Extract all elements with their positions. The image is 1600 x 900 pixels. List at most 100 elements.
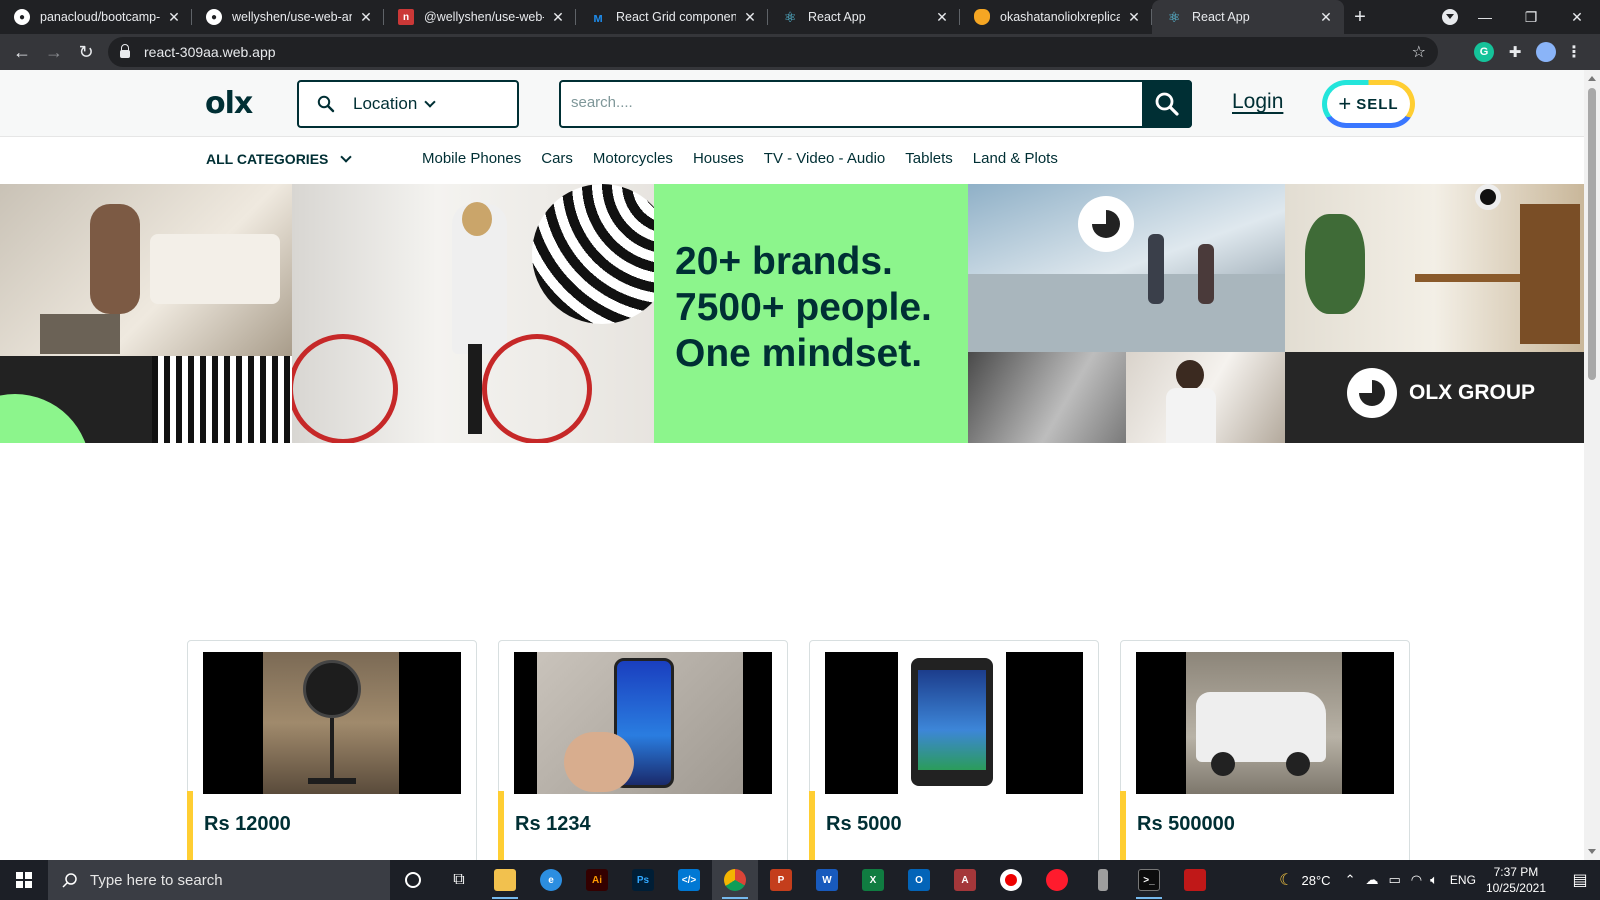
listing-card[interactable]: Rs 5000 (809, 640, 1099, 860)
olx-group-icon (1347, 368, 1397, 418)
reload-icon[interactable]: ↻ (70, 42, 102, 63)
location-selector[interactable]: Location (297, 80, 519, 128)
screen-recorder-icon[interactable] (988, 860, 1034, 900)
opera-icon[interactable] (1034, 860, 1080, 900)
tab-title: wellyshen/use-web-anim (232, 10, 352, 24)
weather-temperature[interactable]: 28°C (1302, 873, 1331, 888)
banner-photo-car-interior (968, 352, 1126, 443)
listing-card[interactable]: Rs 500000 (1120, 640, 1410, 860)
browser-toolbar: ← → ↻ react-309aa.web.app ☆ G ✚ ⋮ (0, 34, 1600, 70)
taskbar-search-box[interactable]: Type here to search (48, 860, 390, 900)
all-categories-dropdown[interactable]: ALL CATEGORIES (206, 150, 353, 167)
banner-photo-bicycle (292, 184, 654, 443)
network-alert-icon[interactable]: ☁ (1365, 872, 1378, 888)
forward-icon[interactable]: → (38, 42, 70, 63)
close-tab-icon[interactable]: ✕ (166, 9, 182, 26)
featured-stripe (187, 791, 193, 860)
language-indicator[interactable]: ENG (1450, 873, 1476, 887)
vscode-icon[interactable]: </> (666, 860, 712, 900)
cortana-icon[interactable] (390, 860, 436, 900)
close-tab-icon[interactable]: ✕ (742, 9, 758, 26)
illustrator-icon[interactable]: Ai (574, 860, 620, 900)
edge-icon[interactable]: e (528, 860, 574, 900)
outlook-icon[interactable]: O (896, 860, 942, 900)
browser-tab-3[interactable]: n @wellyshen/use-web-an ✕ (384, 0, 576, 34)
terminal-icon[interactable]: >_ (1126, 860, 1172, 900)
new-tab-button[interactable]: + (1344, 0, 1376, 34)
chrome-icon[interactable] (712, 860, 758, 900)
close-tab-icon[interactable]: ✕ (1318, 9, 1334, 26)
close-tab-icon[interactable]: ✕ (934, 9, 950, 26)
login-link[interactable]: Login (1232, 90, 1283, 114)
restore-icon[interactable]: ❐ (1508, 9, 1554, 26)
tab-title: React Grid component (616, 10, 736, 24)
listing-card[interactable]: Rs 1234 (498, 640, 788, 860)
minimize-icon[interactable]: — (1462, 9, 1508, 25)
volume-icon[interactable]: 🔈︎ (1430, 872, 1438, 888)
device-icon[interactable] (1080, 860, 1126, 900)
photoshop-icon[interactable]: Ps (620, 860, 666, 900)
browser-tab-5[interactable]: ⚛ React App ✕ (768, 0, 960, 34)
tab-search-icon[interactable] (1442, 9, 1458, 25)
tab-title: panacloud/bootcamp-2 (40, 10, 160, 24)
category-link-motorcycles[interactable]: Motorcycles (593, 150, 673, 167)
olx-logo[interactable]: olx (205, 86, 253, 121)
task-view-icon[interactable]: ⧉ (436, 860, 482, 900)
browser-tab-2[interactable]: ● wellyshen/use-web-anim ✕ (192, 0, 384, 34)
listing-image-tablet (825, 652, 1083, 794)
all-categories-label: ALL CATEGORIES (206, 151, 329, 167)
close-tab-icon[interactable]: ✕ (550, 9, 566, 26)
back-icon[interactable]: ← (6, 42, 38, 63)
sell-label: SELL (1356, 95, 1399, 113)
taskbar-clock[interactable]: 7:37 PM 10/25/2021 (1486, 864, 1546, 896)
category-link-tv-video-audio[interactable]: TV - Video - Audio (764, 150, 885, 167)
category-link-tablets[interactable]: Tablets (905, 150, 953, 167)
category-link-mobile-phones[interactable]: Mobile Phones (422, 150, 521, 167)
browser-tab-1[interactable]: ● panacloud/bootcamp-2 ✕ (0, 0, 192, 34)
plus-icon: + (1338, 91, 1353, 116)
access-icon[interactable]: A (942, 860, 988, 900)
powerpoint-icon[interactable]: P (758, 860, 804, 900)
chevron-down-icon (424, 95, 436, 108)
listing-price: Rs 5000 (826, 813, 902, 835)
sell-button[interactable]: + SELL (1322, 80, 1415, 128)
mcafee-icon[interactable] (1172, 860, 1218, 900)
page-scrollbar[interactable] (1584, 70, 1600, 860)
show-hidden-icons-icon[interactable]: ⌃ (1345, 872, 1356, 888)
browser-menu-icon[interactable]: ⋮ (1564, 42, 1584, 62)
listing-card[interactable]: Rs 12000 (187, 640, 477, 860)
category-link-cars[interactable]: Cars (541, 150, 573, 167)
windows-start-icon[interactable] (0, 860, 48, 900)
olx-group-label: OLX GROUP (1409, 381, 1536, 404)
search-button[interactable] (1142, 80, 1192, 128)
avatar[interactable] (1536, 42, 1556, 62)
wifi-icon[interactable]: ◠ (1411, 872, 1422, 888)
close-window-icon[interactable]: ✕ (1554, 9, 1600, 26)
scroll-down-icon[interactable] (1588, 849, 1596, 858)
battery-icon[interactable]: ▭ (1388, 872, 1400, 888)
search-input[interactable] (571, 94, 1121, 111)
grammarly-icon[interactable]: G (1474, 42, 1494, 62)
promo-banner[interactable]: 20+ brands. 7500+ people. One mindset. O… (0, 184, 1584, 443)
weather-icon[interactable]: ☾ (1279, 870, 1293, 890)
scrollbar-thumb[interactable] (1588, 88, 1596, 380)
scroll-up-icon[interactable] (1588, 72, 1596, 81)
address-bar[interactable]: react-309aa.web.app ☆ (108, 37, 1438, 67)
close-tab-icon[interactable]: ✕ (1126, 9, 1142, 26)
word-icon[interactable]: W (804, 860, 850, 900)
listing-image-white-car (1136, 652, 1394, 794)
browser-tab-active[interactable]: ⚛ React App ✕ (1152, 0, 1344, 34)
browser-tab-6[interactable]: okashatanoliolxreplica ✕ (960, 0, 1152, 34)
notifications-icon[interactable]: ▤ (1560, 870, 1600, 890)
category-link-houses[interactable]: Houses (693, 150, 744, 167)
mui-icon: ᴍ (593, 9, 603, 25)
extensions-icon[interactable]: ✚ (1505, 42, 1525, 62)
excel-icon[interactable]: X (850, 860, 896, 900)
category-link-land-plots[interactable]: Land & Plots (973, 150, 1058, 167)
bookmark-star-icon[interactable]: ☆ (1412, 42, 1426, 62)
banner-green-arc (0, 394, 90, 443)
file-explorer-icon[interactable] (482, 860, 528, 900)
banner-photo-office (968, 184, 1285, 352)
browser-tab-4[interactable]: ᴍ React Grid component ✕ (576, 0, 768, 34)
close-tab-icon[interactable]: ✕ (358, 9, 374, 26)
